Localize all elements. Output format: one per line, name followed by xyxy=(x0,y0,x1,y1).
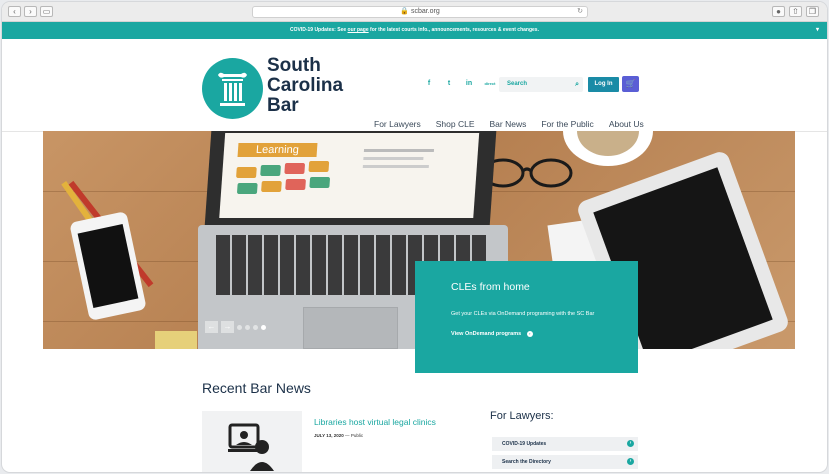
tabs-icon[interactable]: ❐ xyxy=(806,6,819,17)
nav-bar-news[interactable]: Bar News xyxy=(490,119,527,129)
twitter-icon[interactable]: t xyxy=(442,80,456,87)
carousel-dot-active[interactable] xyxy=(261,324,266,330)
address-bar[interactable]: 🔒 scbar.org ↻ xyxy=(252,6,588,18)
news-meta: JULY 13, 2020 — Public xyxy=(314,433,363,438)
lawyer-link-label: COVID-19 Updates xyxy=(502,441,547,447)
screen-tile xyxy=(236,183,258,194)
screen-tile xyxy=(309,177,331,188)
chevron-right-icon: › xyxy=(627,440,634,447)
news-category: Public xyxy=(350,433,364,438)
laptop-display: Learning xyxy=(219,133,480,218)
alert-suffix: for the latest courts info., announcemen… xyxy=(370,27,539,33)
carousel-prev-button[interactable]: ← xyxy=(205,321,218,333)
lock-icon: 🔒 xyxy=(400,8,409,15)
logo-line-3: Bar xyxy=(267,95,299,116)
login-button[interactable]: Log In xyxy=(588,77,619,92)
alert-link[interactable]: our page xyxy=(348,27,369,33)
coffee xyxy=(577,131,639,156)
alert-prefix: COVID-19 Updates: See xyxy=(290,27,347,33)
phone-screen xyxy=(77,224,139,308)
browser-chrome: ‹ › ▭ 🔒 scbar.org ↻ ● ⇧ ❐ xyxy=(2,2,827,22)
lawyer-link-label: Search the Directory xyxy=(502,459,551,465)
reload-icon[interactable]: ↻ xyxy=(577,7,583,17)
news-thumbnail[interactable] xyxy=(202,411,302,472)
url-text: scbar.org xyxy=(410,8,440,15)
screen-tile xyxy=(260,165,281,176)
alert-toggle-icon[interactable]: ▾ xyxy=(816,22,819,39)
recent-news-heading: Recent Bar News xyxy=(202,380,311,396)
search-icon[interactable]: ⌕ xyxy=(575,77,579,92)
cart-icon[interactable]: 🛒 xyxy=(622,76,639,92)
browser-nav-buttons: ‹ › ▭ xyxy=(8,6,53,17)
lawyer-link-covid[interactable]: COVID-19 Updates › xyxy=(492,437,638,451)
hero-callout-title: CLEs from home xyxy=(451,281,530,293)
news-date: JULY 13, 2020 xyxy=(314,433,344,438)
carousel-dot[interactable] xyxy=(245,324,250,330)
view-ondemand-link[interactable]: View OnDemand programs › xyxy=(451,331,638,337)
logo-icon[interactable] xyxy=(202,58,263,119)
search-placeholder: Search xyxy=(507,81,528,87)
forward-button[interactable]: › xyxy=(24,6,37,17)
screen-tile xyxy=(261,181,282,192)
screen-text-line xyxy=(363,149,435,152)
direct-icon[interactable]: direct xyxy=(482,81,498,86)
sidebar-icon[interactable]: ▭ xyxy=(40,6,53,17)
logo-line-2: Carolina xyxy=(267,75,344,96)
back-button[interactable]: ‹ xyxy=(8,6,21,17)
lawyer-link-directory[interactable]: Search the Directory › xyxy=(492,455,638,469)
screen-tile xyxy=(236,167,257,178)
hero-callout: CLEs from home Get your CLEs via OnDeman… xyxy=(415,261,638,373)
touchpad xyxy=(303,307,398,349)
browser-right-buttons: ● ⇧ ❐ xyxy=(772,6,819,17)
share-icon[interactable]: ⇧ xyxy=(789,6,802,17)
carousel-next-button[interactable]: → xyxy=(221,321,234,333)
carousel-dot[interactable] xyxy=(253,324,258,330)
chevron-right-icon: › xyxy=(526,331,533,337)
browser-window: ‹ › ▭ 🔒 scbar.org ↻ ● ⇧ ❐ COVID-19 Updat… xyxy=(2,2,827,472)
logo-wordmark[interactable]: South Carolina Bar xyxy=(267,56,343,116)
cta-label: View OnDemand programs xyxy=(451,331,522,337)
screen-text-line xyxy=(362,165,429,168)
news-item[interactable]: Libraries host virtual legal clinics JUL… xyxy=(202,411,462,472)
laptop-screen: Learning xyxy=(204,131,497,226)
linkedin-icon[interactable]: in xyxy=(462,80,476,87)
screen-text-line xyxy=(363,157,424,160)
carousel-dot[interactable] xyxy=(237,324,242,330)
carousel-controls: ← → xyxy=(205,321,266,333)
nav-for-lawyers[interactable]: For Lawyers xyxy=(374,119,421,129)
video-call-icon xyxy=(228,423,274,471)
social-links: f t in direct xyxy=(422,80,498,87)
covid-alert-bar: COVID-19 Updates: See our page for the l… xyxy=(2,22,827,39)
nav-about-us[interactable]: About Us xyxy=(609,119,644,129)
sticky-note xyxy=(155,331,197,349)
phone xyxy=(69,211,147,321)
facebook-icon[interactable]: f xyxy=(422,80,436,87)
hero-callout-text: Get your CLEs via OnDemand programing wi… xyxy=(451,311,595,317)
main-nav: For Lawyers Shop CLE Bar News For the Pu… xyxy=(374,119,644,129)
nav-shop-cle[interactable]: Shop CLE xyxy=(436,119,475,129)
search-input[interactable]: Search ⌕ xyxy=(499,77,583,92)
logo-line-1: South xyxy=(267,55,321,76)
news-headline-link[interactable]: Libraries host virtual legal clinics xyxy=(314,417,436,427)
nav-for-the-public[interactable]: For the Public xyxy=(541,119,593,129)
screen-tile xyxy=(308,161,330,172)
screen-tile xyxy=(285,179,306,190)
chevron-right-icon: › xyxy=(627,458,634,465)
screen-title: Learning xyxy=(237,143,318,157)
for-lawyers-heading: For Lawyers: xyxy=(490,410,554,422)
screen-tile xyxy=(284,163,306,174)
site-header: South Carolina Bar f t in direct Search … xyxy=(2,39,827,132)
extension-icon[interactable]: ● xyxy=(772,6,785,17)
